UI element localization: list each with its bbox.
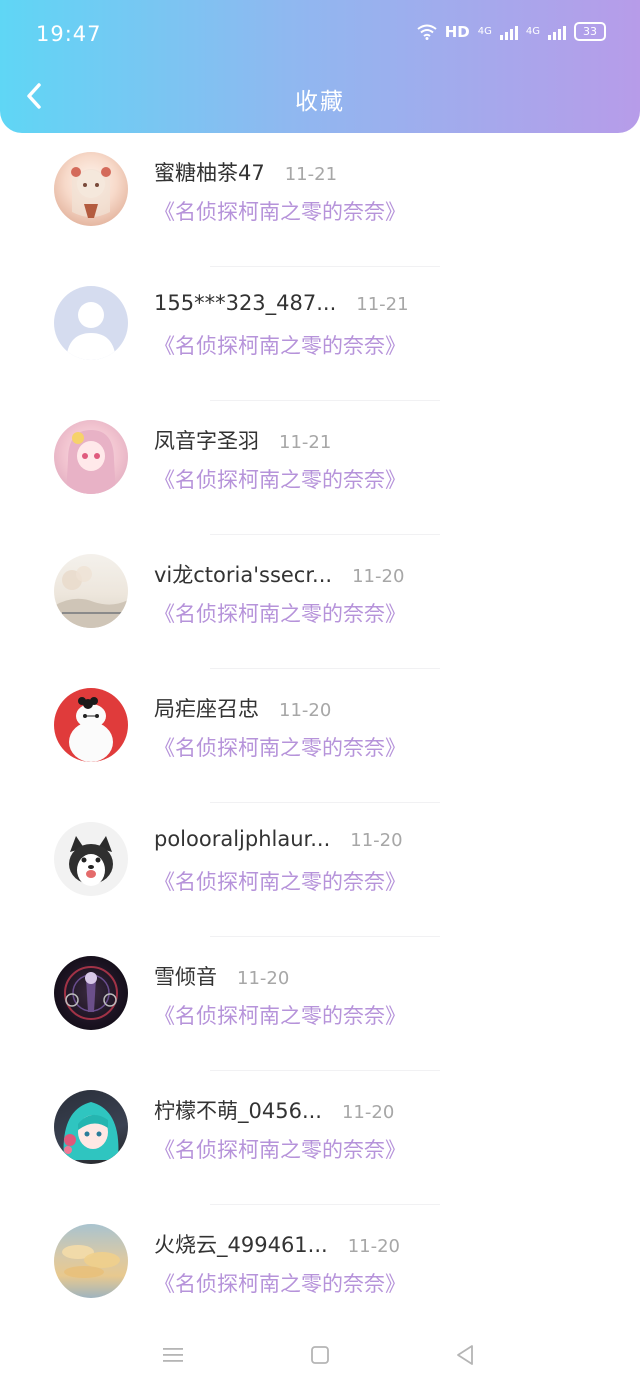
work-title-link[interactable]: 《名侦探柯南之零的奈奈》 (154, 1134, 406, 1164)
name-line: polooraljphlaur... 11-20 (154, 827, 403, 851)
back-nav-button[interactable] (450, 1342, 480, 1368)
name-line: 局疟座召忠 11-20 (154, 693, 331, 723)
user-name[interactable]: 蜜糖柚茶47 (154, 157, 265, 187)
favorite-date: 11-20 (279, 700, 332, 721)
name-line: 火烧云_499461... 11-20 (154, 1229, 400, 1259)
battery-indicator: 33 (574, 22, 606, 41)
avatar[interactable] (54, 554, 128, 628)
favorite-date: 11-20 (350, 830, 403, 851)
status-icons: HD 4G 4G 33 (417, 22, 606, 41)
work-title-link[interactable]: 《名侦探柯南之零的奈奈》 (154, 866, 406, 896)
avatar[interactable] (54, 420, 128, 494)
network-hd-label: HD (444, 22, 470, 41)
name-line: 雪倾音 11-20 (154, 961, 289, 991)
avatar[interactable] (54, 286, 128, 360)
favorite-date: 11-20 (347, 1236, 401, 1257)
signal-1-label: 4G (477, 26, 492, 37)
wifi-icon (417, 24, 437, 40)
back-triangle-icon (457, 1345, 473, 1365)
work-title-link[interactable]: 《名侦探柯南之零的奈奈》 (154, 330, 406, 360)
avatar[interactable] (54, 1090, 128, 1164)
list-item[interactable]: 雪倾音 11-20 《名侦探柯南之零的奈奈》 (0, 937, 640, 1071)
status-bar: 19:47 HD 4G 4G 33 (0, 0, 640, 68)
list-item[interactable]: 155***323_487... 11-21 《名侦探柯南之零的奈奈》 (0, 267, 640, 401)
work-title-link[interactable]: 《名侦探柯南之零的奈奈》 (154, 196, 406, 226)
favorite-date: 11-21 (279, 432, 332, 453)
default-avatar-icon (66, 302, 116, 360)
name-line: 155***323_487... 11-21 (154, 291, 409, 315)
avatar[interactable] (54, 1224, 128, 1298)
signal-1-icon (499, 24, 518, 40)
avatar[interactable] (54, 822, 128, 896)
user-name[interactable]: vi龙ctoria'ssecr... (154, 559, 332, 589)
favorite-date: 11-20 (237, 968, 290, 989)
avatar[interactable] (54, 688, 128, 762)
list-item[interactable]: 局疟座召忠 11-20 《名侦探柯南之零的奈奈》 (0, 669, 640, 803)
name-line: 柠檬不萌_0456... 11-20 (154, 1095, 394, 1125)
user-name[interactable]: 155***323_487... (154, 291, 336, 315)
favorite-date: 11-20 (352, 566, 405, 587)
name-line: 蜜糖柚茶47 11-21 (154, 157, 337, 187)
list-item[interactable]: vi龙ctoria'ssecr... 11-20 《名侦探柯南之零的奈奈》 (0, 535, 640, 669)
home-button[interactable] (305, 1342, 335, 1368)
page-title: 收藏 (295, 89, 345, 115)
signal-2-label: 4G (525, 26, 540, 37)
user-name[interactable]: 火烧云_499461... (154, 1229, 328, 1259)
avatar[interactable] (54, 956, 128, 1030)
list-item[interactable]: 火烧云_499461... 11-20 《名侦探柯南之零的奈奈》 (0, 1205, 640, 1339)
user-name[interactable]: polooraljphlaur... (154, 827, 330, 851)
work-title-link[interactable]: 《名侦探柯南之零的奈奈》 (154, 1000, 406, 1030)
name-line: 凤音字圣羽 11-21 (154, 425, 331, 455)
user-name[interactable]: 柠檬不萌_0456... (154, 1095, 322, 1125)
work-title-link[interactable]: 《名侦探柯南之零的奈奈》 (154, 1268, 406, 1298)
list-item[interactable]: polooraljphlaur... 11-20 《名侦探柯南之零的奈奈》 (0, 803, 640, 937)
list-item[interactable]: 蜜糖柚茶47 11-21 《名侦探柯南之零的奈奈》 (0, 133, 640, 267)
favorite-date: 11-21 (356, 294, 409, 315)
user-name[interactable]: 雪倾音 (154, 961, 217, 991)
menu-icon (163, 1348, 183, 1362)
app-header: 19:47 HD 4G 4G 33 收藏 (0, 0, 640, 133)
name-line: vi龙ctoria'ssecr... 11-20 (154, 559, 404, 589)
avatar[interactable] (54, 152, 128, 226)
favorite-date: 11-21 (284, 164, 338, 185)
signal-2-icon (548, 24, 566, 40)
user-name[interactable]: 局疟座召忠 (154, 693, 259, 723)
user-name[interactable]: 凤音字圣羽 (154, 425, 259, 455)
work-title-link[interactable]: 《名侦探柯南之零的奈奈》 (154, 598, 406, 628)
favorite-date: 11-20 (341, 1102, 395, 1123)
nav-bar: 收藏 (0, 68, 640, 128)
list-item[interactable]: 柠檬不萌_0456... 11-20 《名侦探柯南之零的奈奈》 (0, 1071, 640, 1205)
work-title-link[interactable]: 《名侦探柯南之零的奈奈》 (154, 732, 406, 762)
status-time: 19:47 (36, 22, 102, 46)
work-title-link[interactable]: 《名侦探柯南之零的奈奈》 (154, 464, 406, 494)
list-item[interactable]: 凤音字圣羽 11-21 《名侦探柯南之零的奈奈》 (0, 401, 640, 535)
home-square-icon (311, 1346, 329, 1364)
system-nav-bar (0, 1330, 640, 1387)
menu-button[interactable] (158, 1342, 188, 1368)
